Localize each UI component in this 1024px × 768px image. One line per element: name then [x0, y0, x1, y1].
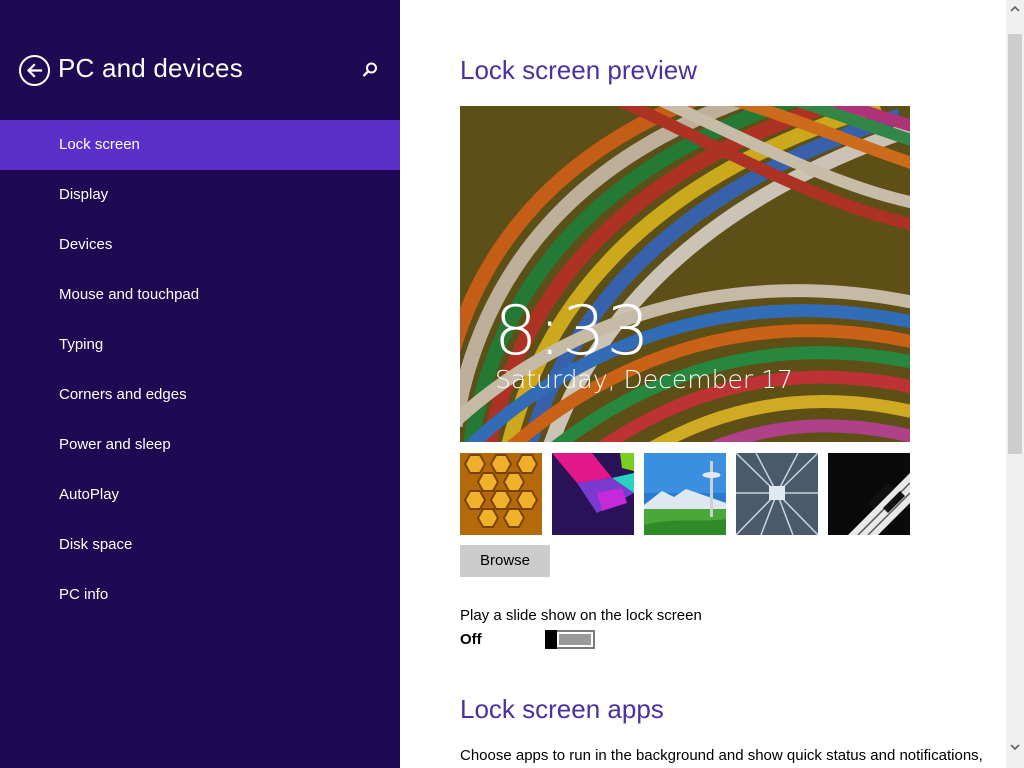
back-button[interactable] — [19, 55, 50, 86]
thumbnail-colored-shapes[interactable] — [552, 453, 634, 535]
scroll-down-button[interactable] — [1006, 738, 1024, 756]
search-icon — [362, 62, 377, 77]
lock-screen-preview-heading: Lock screen preview — [460, 55, 697, 85]
slideshow-toggle[interactable] — [545, 630, 595, 649]
browse-button[interactable]: Browse — [460, 545, 550, 577]
vertical-scrollbar[interactable] — [1006, 0, 1024, 768]
slideshow-label: Play a slide show on the lock screen — [460, 607, 702, 624]
sidebar-nav: Lock screen Display Devices Mouse and to… — [0, 120, 400, 620]
chevron-up-icon — [1010, 5, 1020, 12]
slideshow-state-label: Off — [460, 631, 482, 648]
scroll-up-button[interactable] — [1006, 0, 1024, 18]
thumbnail-piano-keys[interactable] — [828, 453, 910, 535]
page-title: PC and devices — [58, 53, 243, 83]
main-content: Lock screen preview 8:33 Saturday, Decem… — [400, 0, 1006, 768]
scrollbar-thumb[interactable] — [1008, 34, 1022, 454]
sidebar-item-lock-screen[interactable]: Lock screen — [0, 120, 400, 170]
lock-screen-apps-description: Choose apps to run in the background and… — [460, 747, 983, 764]
sidebar-item-mouse-and-touchpad[interactable]: Mouse and touchpad — [0, 270, 400, 320]
toggle-track — [559, 634, 591, 645]
lock-screen-thumbnails — [460, 453, 910, 535]
toggle-thumb — [545, 630, 557, 649]
sidebar-item-pc-info[interactable]: PC info — [0, 570, 400, 620]
sidebar: PC and devices Lock screen Display Devic… — [0, 0, 400, 768]
thumbnail-space-needle[interactable] — [644, 453, 726, 535]
sidebar-item-typing[interactable]: Typing — [0, 320, 400, 370]
thumbnail-tunnel-motion[interactable] — [736, 453, 818, 535]
lock-screen-preview-image: 8:33 Saturday, December 17 — [460, 106, 910, 442]
sidebar-item-devices[interactable]: Devices — [0, 220, 400, 270]
sidebar-item-autoplay[interactable]: AutoPlay — [0, 470, 400, 520]
sidebar-item-display[interactable]: Display — [0, 170, 400, 220]
lock-screen-apps-heading: Lock screen apps — [460, 694, 664, 724]
back-arrow-icon — [26, 63, 43, 78]
thumbnail-honeycomb[interactable] — [460, 453, 542, 535]
preview-date: Saturday, December 17 — [495, 365, 793, 394]
preview-clock: 8:33 — [494, 292, 651, 371]
sidebar-item-disk-space[interactable]: Disk space — [0, 520, 400, 570]
search-button[interactable] — [360, 60, 380, 80]
sidebar-item-corners-and-edges[interactable]: Corners and edges — [0, 370, 400, 420]
sidebar-item-power-and-sleep[interactable]: Power and sleep — [0, 420, 400, 470]
chevron-down-icon — [1010, 744, 1020, 751]
